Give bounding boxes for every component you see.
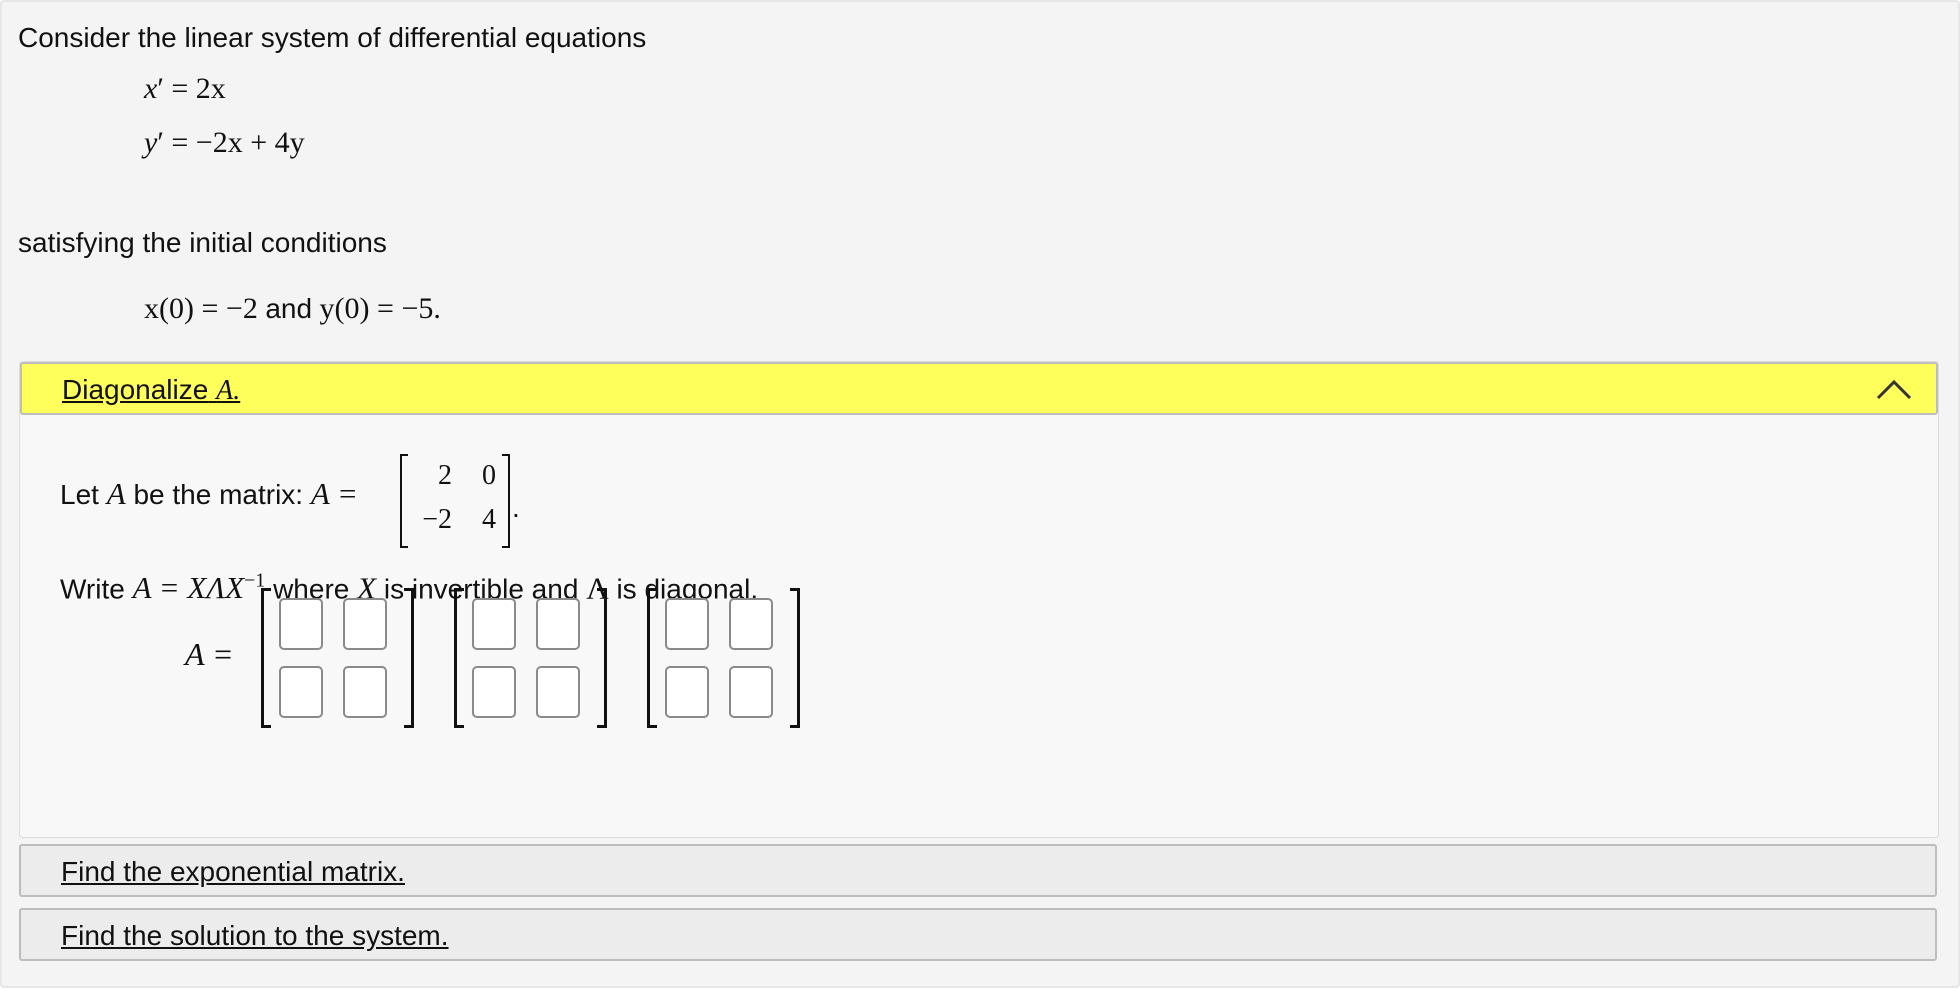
matrix-bracket-right	[502, 454, 510, 548]
matrix-definition: Let A be the matrix: A =	[60, 476, 358, 512]
matrix-cell: 4	[482, 504, 496, 535]
equation-y: y′ = −2x + 4y	[144, 126, 305, 159]
answer-input-box[interactable]	[472, 666, 516, 718]
matrix-period: .	[512, 492, 520, 523]
initial-conditions: x(0) = −2 and y(0) = −5.	[144, 292, 441, 326]
exponential-matrix-label[interactable]: Find the exponential matrix.	[61, 856, 405, 888]
matrix-cell: 0	[482, 460, 496, 491]
answer-input-box[interactable]	[536, 598, 580, 650]
answer-input-box[interactable]	[536, 666, 580, 718]
matrix-lambda-input	[454, 588, 607, 728]
matrix-cell: 2	[438, 460, 452, 491]
write-prefix: Write	[60, 573, 125, 605]
matrix-x-input	[261, 588, 414, 728]
solution-section[interactable]: Find the solution to the system.	[19, 908, 1937, 961]
diagonalize-title-var: A.	[216, 375, 241, 406]
answer-input-box[interactable]	[279, 598, 323, 650]
matrix-x-inverse-input	[647, 588, 800, 728]
initial-conditions-text: satisfying the initial conditions	[18, 227, 387, 258]
bracket-right	[404, 588, 414, 728]
given-matrix: 2 0 −2 4	[400, 454, 510, 548]
write-eq: A = XΛX	[132, 570, 245, 606]
answer-input-box[interactable]	[279, 666, 323, 718]
answer-input-box[interactable]	[729, 598, 773, 650]
let-prefix: Let	[60, 479, 99, 510]
bracket-right	[790, 588, 800, 728]
question-container: Consider the linear system of differenti…	[0, 0, 1960, 988]
answer-label-text: A =	[185, 636, 234, 672]
equation-x: x′ = 2x	[144, 72, 226, 105]
let-mid: be the matrix:	[133, 479, 304, 510]
initial-and: and	[265, 293, 313, 324]
intro-text: Consider the linear system of differenti…	[18, 22, 647, 53]
diagonalize-title[interactable]: Diagonalize A.	[62, 374, 240, 407]
eq-x-lhs: x	[144, 72, 158, 105]
answer-input-box[interactable]	[343, 598, 387, 650]
eq-y-lhs: y	[144, 126, 158, 159]
diagonalize-panel: Diagonalize A. Let A be the matrix: A = …	[19, 361, 1939, 838]
eq-x-rhs: = 2x	[171, 72, 226, 105]
answer-input-box[interactable]	[729, 666, 773, 718]
diagonalize-header[interactable]: Diagonalize A.	[20, 362, 1938, 415]
answer-input-box[interactable]	[472, 598, 516, 650]
matrix-cell: −2	[422, 504, 452, 535]
answer-input-box[interactable]	[665, 598, 709, 650]
bracket-left	[261, 588, 271, 728]
let-eq: A =	[310, 476, 358, 511]
diagonalize-title-text: Diagonalize	[62, 374, 209, 405]
bracket-left	[647, 588, 657, 728]
let-var: A	[106, 476, 126, 511]
chevron-up-icon[interactable]	[1874, 376, 1914, 402]
initial-y: y(0) = −5.	[319, 292, 441, 325]
bracket-right	[597, 588, 607, 728]
exponential-matrix-section[interactable]: Find the exponential matrix.	[19, 844, 1937, 897]
answer-input-box[interactable]	[343, 666, 387, 718]
eq-y-rhs: = −2x + 4y	[171, 126, 305, 159]
bracket-left	[454, 588, 464, 728]
answer-label: A =	[185, 636, 234, 673]
answer-input-box[interactable]	[665, 666, 709, 718]
solution-label[interactable]: Find the solution to the system.	[61, 920, 449, 952]
initial-x: x(0) = −2	[144, 292, 258, 325]
matrix-bracket-left	[400, 454, 408, 548]
